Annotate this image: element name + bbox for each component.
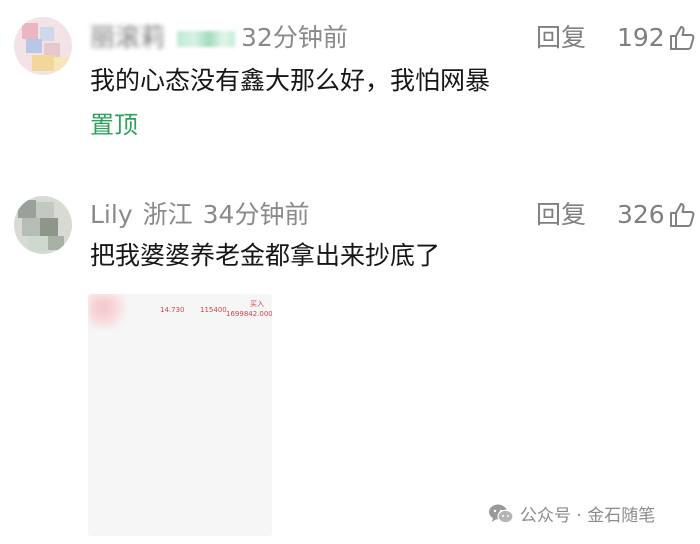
watermark-separator: · <box>576 506 582 526</box>
user-badge <box>177 31 236 47</box>
user-name[interactable]: 丽滚莉 <box>90 20 165 56</box>
reply-button[interactable]: 回复 <box>536 197 586 233</box>
blurred-region <box>88 294 126 328</box>
watermark-account-type: 公众号 <box>520 506 571 526</box>
comment-time: 32分钟前 <box>241 23 348 52</box>
watermark-account-name: 金石随笔 <box>587 506 656 526</box>
trade-shares: 115400 <box>200 306 227 314</box>
like-count: 326 <box>617 200 665 229</box>
comment-list: 丽滚莉 32分钟前 回复 192 我的心态没有鑫大那么好，我怕网暴 置顶 Lily… <box>0 0 700 544</box>
trade-amount: 1699842.000 <box>226 310 272 318</box>
trade-action: 买入 <box>250 300 264 308</box>
reply-button[interactable]: 回复 <box>536 20 586 56</box>
thumbs-up-icon[interactable] <box>668 201 696 229</box>
comment-image[interactable]: 14.730 115400 买入 1699842.000 <box>88 294 272 536</box>
comment-meta: 丽滚莉 32分钟前 <box>90 20 348 56</box>
watermark: 公众号 · 金石随笔 <box>488 502 655 530</box>
wechat-icon <box>489 504 514 524</box>
pinned-label: 置顶 <box>90 111 138 139</box>
comment-text: 把我婆婆养老金都拿出来抄底了 <box>90 241 441 270</box>
comment-meta: Lily 浙江 34分钟前 <box>90 197 309 233</box>
comment-time: 34分钟前 <box>202 200 310 229</box>
trade-price: 14.730 <box>160 306 185 314</box>
comment-text: 我的心态没有鑫大那么好，我怕网暴 <box>90 66 491 95</box>
user-avatar[interactable] <box>14 196 72 254</box>
thumbs-up-icon[interactable] <box>668 24 696 52</box>
user-avatar[interactable] <box>14 17 72 75</box>
like-count: 192 <box>617 23 665 52</box>
user-location: 浙江 <box>142 200 193 229</box>
user-name[interactable]: Lily <box>90 200 133 229</box>
